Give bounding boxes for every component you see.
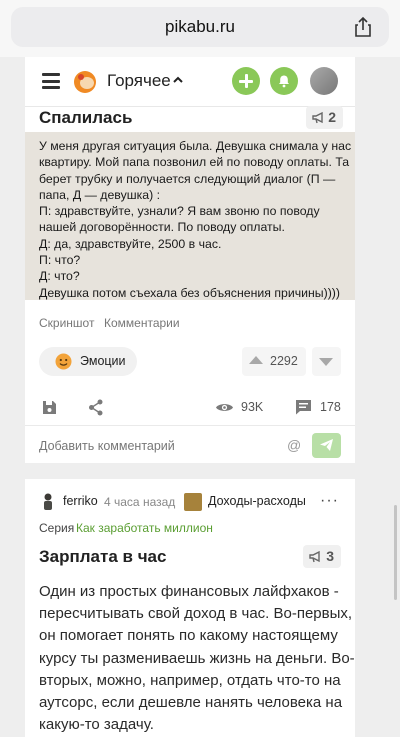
megaphone-icon xyxy=(309,550,320,563)
body-line: курсу ты размениваешь жизнь на деньги. В… xyxy=(39,649,355,667)
comments-count[interactable]: 178 xyxy=(320,400,341,414)
mention-icon[interactable]: @ xyxy=(287,437,301,453)
story-line: папа, Д — девушка) : xyxy=(39,187,160,202)
url-text[interactable]: pikabu.ru xyxy=(11,17,389,37)
body-line: пересчитывать свой доход в час. Во-первы… xyxy=(39,605,353,623)
emoji-icon xyxy=(55,353,72,370)
save-icon[interactable] xyxy=(41,399,58,416)
post-badge-count: 3 xyxy=(326,548,334,564)
post-title[interactable]: Спалилась xyxy=(39,108,132,128)
upvote-icon xyxy=(249,356,263,364)
emotions-label: Эмоции xyxy=(80,354,126,368)
address-bar[interactable]: pikabu.ru xyxy=(11,7,389,47)
downvote-button[interactable] xyxy=(312,347,341,376)
eye-icon xyxy=(216,404,233,411)
post-badge[interactable]: 2 xyxy=(306,106,343,129)
post-title[interactable]: Зарплата в час xyxy=(39,547,166,567)
body-line: аутсорс, если дешевле нанять человека на xyxy=(39,694,343,712)
emotions-button[interactable]: Эмоции xyxy=(39,347,137,376)
share-icon[interactable] xyxy=(351,15,375,39)
megaphone-icon xyxy=(312,111,323,124)
body-line: Один из простых финансовых лайфхаков - xyxy=(39,583,339,600)
series-link[interactable]: Как заработать миллион xyxy=(76,521,213,535)
post-badge-count: 2 xyxy=(328,109,336,125)
post-badge[interactable]: 3 xyxy=(303,545,341,568)
story-line: П: что? xyxy=(39,253,81,268)
notifications-button[interactable] xyxy=(270,67,298,95)
post-time: 4 часа назад xyxy=(104,495,176,509)
story-line: У меня другая ситуация была. Девушка сни… xyxy=(39,139,352,153)
views-count: 93K xyxy=(241,400,264,414)
downvote-icon xyxy=(319,358,333,366)
tag-link[interactable]: Комментарии xyxy=(104,316,180,330)
community-icon[interactable] xyxy=(184,493,202,511)
divider xyxy=(25,425,355,426)
story-line: берет трубку и получается следующий диал… xyxy=(39,171,336,186)
browser-toolbar: pikabu.ru xyxy=(0,0,400,57)
story-line: Д: что? xyxy=(39,269,80,284)
body-line: какую-то задачу. xyxy=(39,716,154,734)
body-line: вторых, можно, например, отдать что-то н… xyxy=(39,671,341,689)
community-name[interactable]: Доходы-расходы xyxy=(208,494,306,508)
bell-icon xyxy=(279,75,289,88)
story-line: П: здравствуйте, узнали? Я вам звоню по … xyxy=(39,204,320,219)
menu-icon[interactable] xyxy=(42,73,60,89)
more-options-icon[interactable]: ··· xyxy=(320,492,339,510)
story-line: Д: да, здравствуйте, 2500 в час. xyxy=(39,236,222,251)
series-label: Серия xyxy=(39,521,75,535)
comment-input[interactable]: Добавить комментарий xyxy=(39,439,175,453)
chevron-up-icon[interactable] xyxy=(172,74,184,86)
scrollbar[interactable] xyxy=(394,505,397,600)
send-comment-button[interactable] xyxy=(312,433,341,458)
upvote-button[interactable]: 2292 xyxy=(242,347,306,376)
app-header: Горячее xyxy=(25,57,355,107)
section-selector[interactable]: Горячее xyxy=(107,71,171,91)
story-image: У меня другая ситуация была. Девушка сни… xyxy=(25,132,355,300)
story-line: квартиру. Мой папа позвонил ей по поводу… xyxy=(39,155,350,170)
author-name[interactable]: ferriko xyxy=(63,494,98,508)
add-post-button[interactable] xyxy=(232,67,260,95)
rating-count: 2292 xyxy=(270,354,298,368)
comments-icon[interactable] xyxy=(295,399,312,415)
story-line: Девушка потом съехала без объяснения при… xyxy=(39,285,340,300)
send-icon xyxy=(320,439,333,451)
user-avatar[interactable] xyxy=(310,67,338,95)
story-line: нашей договорённости. По поводу оплаты. xyxy=(39,220,285,235)
post-body: Один из простых финансовых лайфхаков - п… xyxy=(39,581,355,736)
body-line: он помогает понять по какому настоящему xyxy=(39,627,338,645)
pikabu-logo[interactable] xyxy=(72,68,98,94)
share-post-icon[interactable] xyxy=(88,399,104,416)
author-avatar[interactable] xyxy=(42,493,54,512)
tag-link[interactable]: Скриншот xyxy=(39,316,94,330)
